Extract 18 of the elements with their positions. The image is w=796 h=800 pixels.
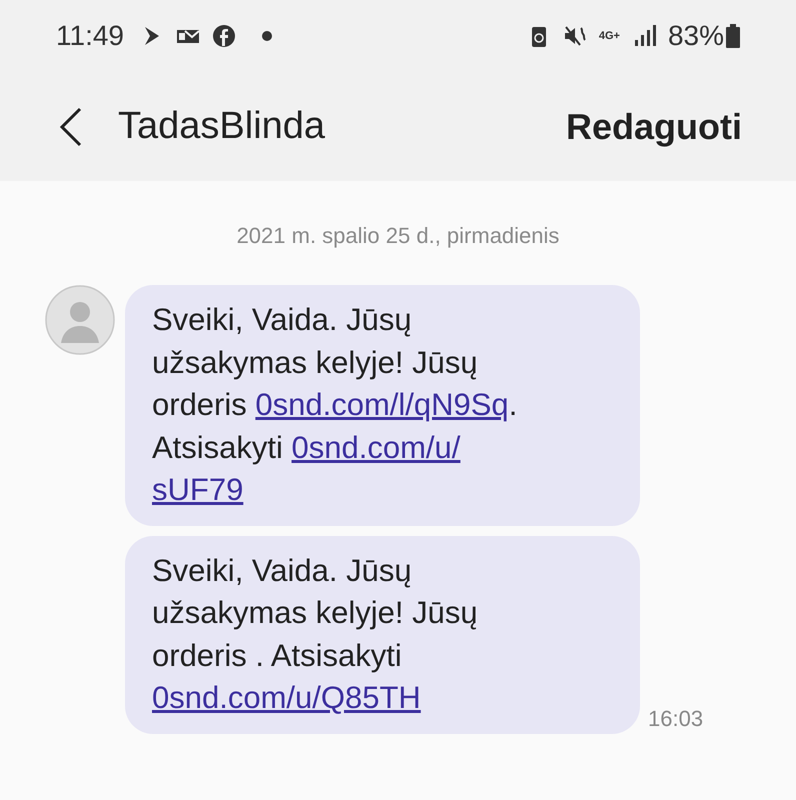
message-link[interactable]: 0snd.com/u/Q85TH bbox=[152, 680, 421, 715]
battery-icon bbox=[726, 24, 740, 48]
message-time: 16:03 bbox=[648, 706, 704, 732]
mute-icon bbox=[562, 24, 587, 48]
status-time: 11:49 bbox=[56, 20, 124, 52]
message-link[interactable]: 0snd.com/u/ bbox=[292, 430, 460, 464]
back-button[interactable] bbox=[58, 106, 82, 146]
edit-button[interactable]: Redaguoti bbox=[566, 106, 742, 148]
message-link[interactable]: sUF79 bbox=[152, 472, 244, 507]
network-type: 4G+ bbox=[598, 30, 620, 42]
message-bubble: Sveiki, Vaida. Jūsų užsakymas kelyje! Jūsų orderis 0snd.com/l/qN9Sq. Atsisakyti 0snd.com/u/ sUF79 bbox=[125, 285, 640, 526]
battery-percent: 83% bbox=[668, 20, 724, 52]
avatar-icon bbox=[45, 285, 115, 355]
notification-dot-icon bbox=[262, 31, 272, 41]
contact-name: TadasBlinda bbox=[118, 105, 326, 148]
message-bubble: Sveiki, Vaida. Jūsų užsakymas kelyje! Jūsų orderis . Atsisakyti 0snd.com/u/Q85TH bbox=[125, 536, 640, 734]
date-separator: 2021 m. spalio 25 d., pirmadienis bbox=[236, 223, 560, 249]
message-link[interactable]: 0snd.com/l/qN9Sq bbox=[255, 387, 509, 422]
